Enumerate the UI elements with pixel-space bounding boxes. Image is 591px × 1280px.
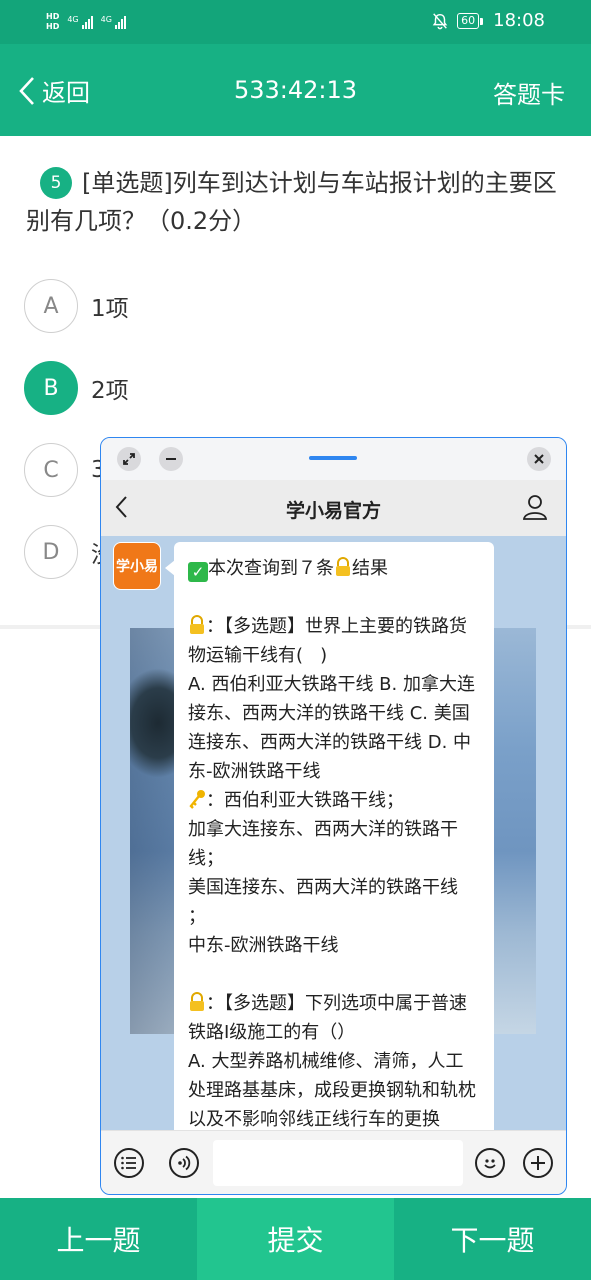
result-1-options: A. 西伯利亚大铁路干线 B. 加拿大连接东、西两大洋的铁路干线 C. 美国连接… [188,674,475,782]
option-c[interactable]: C 3 [24,443,106,497]
message-input[interactable] [213,1140,463,1186]
hd-top: HD [46,12,60,21]
battery-icon: 60 [457,12,484,29]
hd-bottom: HD [46,22,60,31]
chat-title: 学小易官方 [285,500,381,522]
lock-icon [190,615,204,634]
question-text-block: 5 [单选题]列车到达计划与车站报计划的主要区别有几项？（0.2分） [26,164,566,240]
bottom-nav: 上一题 提交 下一题 [0,1198,591,1280]
battery-level: 60 [461,13,476,27]
lock-icon [190,992,204,1011]
message-bubble: ✓ 本次查询到７条 结果 ：【多选题】世界上主要的铁路货物运输干线有( ) A. 西… [165,542,494,1130]
status-right: 60 18:08 [431,10,545,31]
mute-bell-icon [432,12,448,29]
lock-icon [336,557,350,576]
window-controls-bar[interactable] [101,438,566,480]
question-number-badge: 5 [40,167,72,199]
floating-chat-window[interactable]: 学小易官方 学小易 ✓ 本次查询到７条 结果 ：【多选题】世界上主要的铁路货物运输干… [100,437,567,1195]
next-question-button[interactable]: 下一题 [394,1198,591,1280]
title-bar: 返回 533:42:13 答题卡 [0,44,591,136]
chat-body[interactable]: 学小易 ✓ 本次查询到７条 结果 ：【多选题】世界上主要的铁路货物运输干线有( ) … [101,536,566,1130]
result-2-question: ：【多选题】下列选项中属于普速铁路Ⅰ级施工的有（） [188,993,467,1043]
status-bar: HD HD 4G 4G 60 18:08 [0,0,591,44]
clock: 18:08 [493,10,545,31]
submit-button[interactable]: 提交 [197,1198,394,1280]
result-1-answer: ：西伯利亚大铁路干线； 加拿大连接东、西两大洋的铁路干线； 美国连接东、西两大洋… [188,790,458,956]
option-letter-selected: B [24,361,78,415]
key-icon [189,790,205,809]
drag-handle[interactable] [309,456,357,460]
minimize-icon[interactable] [159,447,183,471]
option-letter: C [24,443,78,497]
result-2-options: A. 大型养路机械维修、清筛，人工处理路基基床，成段更换钢轨和轨枕以及不影响邻线… [188,1051,476,1130]
chat-header: 学小易官方 [101,480,566,536]
plus-icon[interactable] [523,1148,553,1178]
answer-card-button[interactable]: 答题卡 [493,75,565,110]
hd-indicator: HD HD [46,12,59,32]
network-type-2: 4G [100,15,112,24]
option-letter: A [24,279,78,333]
avatar[interactable]: 学小易 [113,542,161,590]
collapse-icon[interactable] [117,447,141,471]
check-icon: ✓ [188,562,208,582]
list-icon[interactable] [114,1148,144,1178]
signal-icon: 4G [67,15,93,29]
voice-icon[interactable] [169,1148,199,1178]
option-text: 1项 [91,296,129,322]
option-b[interactable]: B 2项 [24,361,129,415]
status-left: HD HD 4G 4G [46,8,126,36]
option-a[interactable]: A 1项 [24,279,129,333]
query-summary-tail: 结果 [352,558,388,579]
signal-icon-2: 4G [101,15,126,29]
close-icon[interactable] [527,447,551,471]
network-type-1: 4G [67,15,79,24]
option-text: 2项 [91,378,129,404]
result-1-question: ：【多选题】世界上主要的铁路货物运输干线有( ) [188,616,467,666]
query-summary: 本次查询到７条 [208,558,334,579]
option-letter: D [24,525,78,579]
question-text: [单选题]列车到达计划与车站报计划的主要区别有几项？（0.2分） [26,169,557,235]
user-icon[interactable] [522,493,548,521]
prev-question-button[interactable]: 上一题 [0,1198,197,1280]
chat-input-bar [101,1130,566,1194]
emoji-icon[interactable] [475,1148,505,1178]
